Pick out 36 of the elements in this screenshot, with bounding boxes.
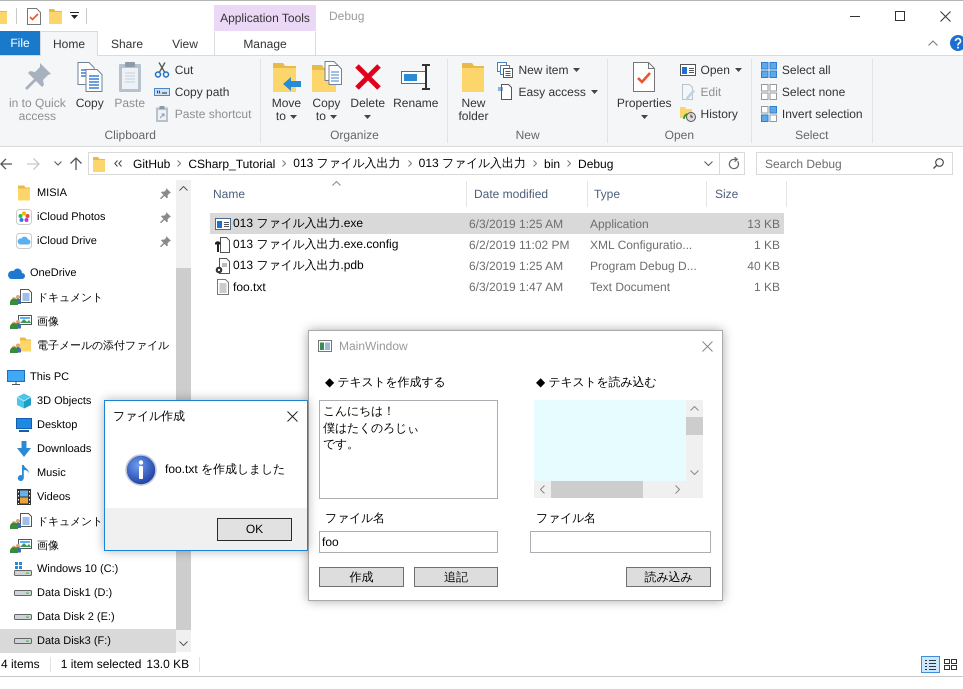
file-name: foo.txt: [233, 280, 266, 294]
file-type: Application: [589, 216, 650, 230]
date-modified: 6/3/2019 1:25 AM: [468, 216, 564, 230]
date-modified: 6/3/2019 1:47 AM: [468, 280, 564, 294]
window-title: MainWindow: [339, 339, 408, 353]
text-line: 僕はたくのろじぃ: [323, 420, 419, 436]
file-type: Text Document: [589, 280, 672, 294]
group-label: Select: [794, 127, 830, 143]
file-name: 013 ファイル入出力.pdb: [233, 257, 364, 274]
group-label: New: [514, 127, 541, 143]
date-modified: 6/3/2019 1:25 AM: [468, 258, 564, 272]
context-tab-header: Application Tools: [214, 5, 316, 31]
dialog-title: ファイル作成: [113, 408, 185, 424]
text-line: です。: [323, 436, 359, 452]
section-heading: ◆ テキストを作成する: [324, 374, 446, 390]
group-label: Open: [664, 127, 696, 143]
window-title: Debug: [329, 9, 364, 23]
file-size: 13 KB: [746, 216, 781, 230]
group-label: Organize: [329, 127, 380, 143]
item-count: 4 items: [0, 657, 40, 671]
selection-size: 13.0 KB: [146, 657, 190, 671]
date-modified: 6/2/2019 11:02 PM: [468, 238, 571, 252]
selection-count: 1 item selected: [60, 657, 142, 671]
file-name: 013 ファイル入出力.exe.config: [233, 236, 398, 253]
field-label: ファイル名: [535, 510, 596, 526]
file-size: 1 KB: [752, 280, 781, 294]
file-size: 1 KB: [752, 238, 781, 252]
text-line: こんにちは！: [323, 403, 395, 420]
dialog-message: foo.txt を作成しました: [165, 461, 286, 478]
file-type: Program Debug D...: [589, 258, 698, 272]
field-label: ファイル名: [324, 510, 385, 526]
file-name: 013 ファイル入出力.exe: [233, 215, 364, 232]
file-size: 40 KB: [746, 258, 781, 272]
section-heading: ◆ テキストを読み込む: [535, 374, 657, 390]
file-type: XML Configuratio...: [589, 238, 694, 252]
group-label: Clipboard: [104, 127, 157, 143]
